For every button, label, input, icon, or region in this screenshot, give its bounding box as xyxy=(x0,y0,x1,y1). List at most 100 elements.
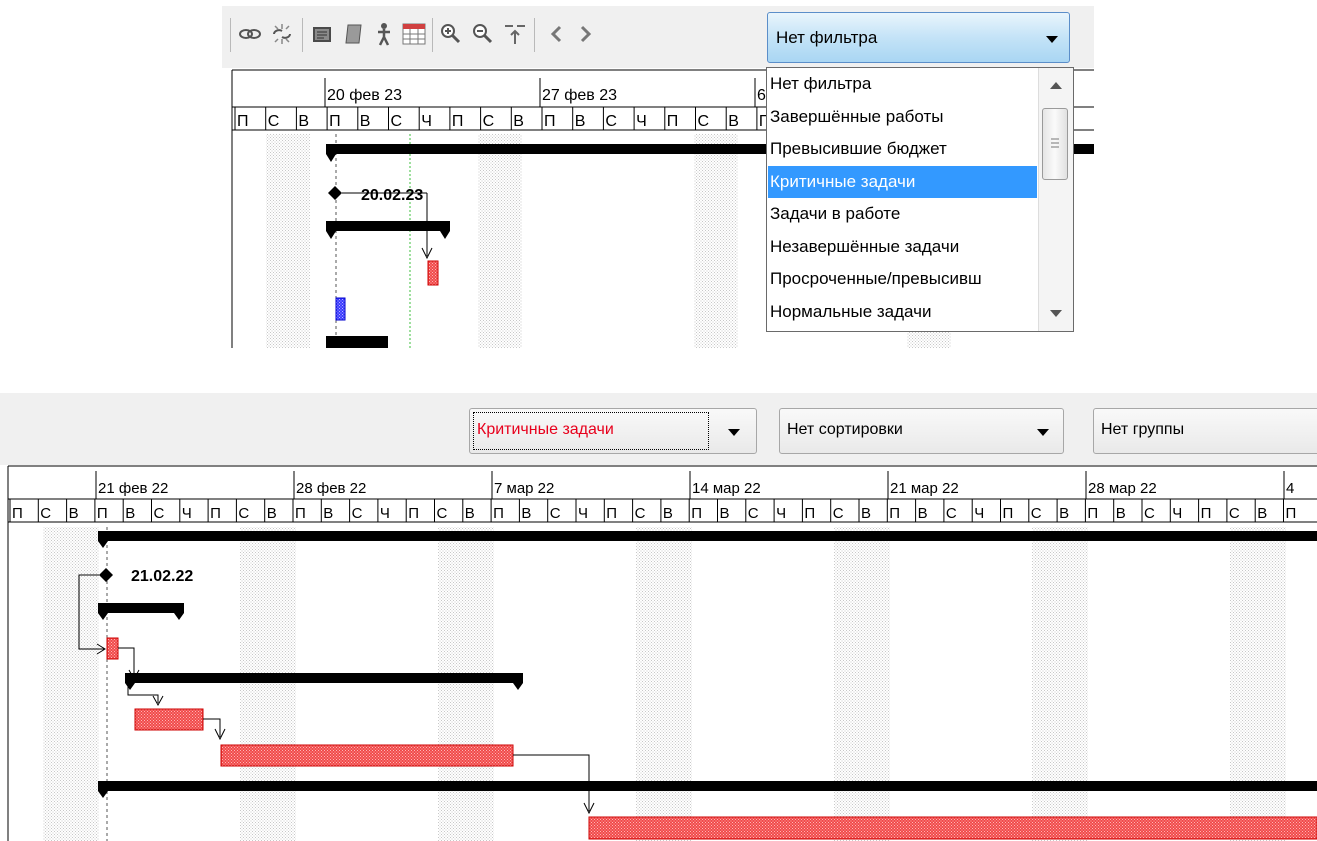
milestone-diamond[interactable] xyxy=(99,568,113,582)
day-label: П xyxy=(1087,505,1098,522)
day-label: С xyxy=(154,505,165,522)
week-label: 6 xyxy=(757,87,766,104)
summary-bar[interactable] xyxy=(98,603,184,613)
summary-bar-cap xyxy=(326,231,450,239)
day-label: П xyxy=(237,113,249,130)
dependency-arrow xyxy=(203,718,226,741)
day-label: В xyxy=(728,113,739,130)
summary-task-bar[interactable] xyxy=(98,603,184,620)
zoom-in-icon[interactable] xyxy=(437,20,465,48)
day-label: С xyxy=(1229,505,1240,522)
toolbar-separator xyxy=(230,18,231,52)
milestone-diamond[interactable] xyxy=(328,186,342,200)
sort-combo[interactable]: Нет сортировки xyxy=(779,408,1064,454)
day-label: П xyxy=(97,505,108,522)
view-options-bar: Критичные задачи Нет сортировки Нет груп… xyxy=(0,393,1317,465)
calendar-table-icon[interactable] xyxy=(400,20,428,48)
day-label: П xyxy=(1201,505,1212,522)
unlink-icon[interactable] xyxy=(268,20,296,48)
person-icon[interactable] xyxy=(370,20,398,48)
day-label: П xyxy=(295,505,306,522)
filter-dropdown-list[interactable]: Нет фильтра Завершённые работы Превысившие… xyxy=(766,67,1074,332)
day-label: С xyxy=(550,505,561,522)
scroll-to-task-icon[interactable] xyxy=(501,20,529,48)
day-label: С xyxy=(268,113,280,130)
day-label: П xyxy=(1003,505,1014,522)
day-label: С xyxy=(391,113,403,130)
filter-option[interactable]: Задачи в работе xyxy=(768,198,1037,230)
week-label: 21 фев 22 xyxy=(98,480,168,497)
day-label: В xyxy=(663,505,673,522)
milestone-label: 21.02.22 xyxy=(131,568,193,585)
weekend-column xyxy=(240,527,296,841)
day-label: П xyxy=(452,113,464,130)
day-label: С xyxy=(352,505,363,522)
weekend-column xyxy=(694,134,738,348)
arrow-right-icon[interactable] xyxy=(572,20,600,48)
week-label: 27 фев 23 xyxy=(542,87,617,104)
day-label: С xyxy=(483,113,495,130)
day-label: П xyxy=(606,505,617,522)
day-label: П xyxy=(493,505,504,522)
group-combo[interactable]: Нет группы xyxy=(1093,408,1317,454)
day-label: В xyxy=(267,505,277,522)
toolbar-separator xyxy=(432,18,433,52)
day-label: В xyxy=(1059,505,1069,522)
day-label: С xyxy=(238,505,249,522)
document-icon[interactable] xyxy=(340,20,368,48)
summary-bar[interactable] xyxy=(326,336,388,348)
filter-option[interactable]: Нормальные задачи xyxy=(768,296,1037,328)
day-label: С xyxy=(748,505,759,522)
day-label: С xyxy=(833,505,844,522)
critical-task-bar[interactable] xyxy=(134,708,204,731)
critical-task-bar[interactable] xyxy=(588,816,1317,840)
day-label: В xyxy=(513,113,524,130)
critical-task-bar[interactable] xyxy=(220,744,514,767)
link-icon[interactable] xyxy=(236,20,264,48)
weekend-shading xyxy=(43,527,1286,841)
day-label: Ч xyxy=(380,505,390,522)
summary-bar[interactable] xyxy=(98,781,1317,791)
day-label: П xyxy=(544,113,556,130)
summary-task-bar[interactable] xyxy=(326,221,450,239)
critical-task-bar[interactable] xyxy=(427,260,439,286)
scroll-down-icon[interactable] xyxy=(1050,310,1062,317)
summary-bar[interactable] xyxy=(326,221,450,231)
zoom-out-icon[interactable] xyxy=(469,20,497,48)
week-label: 7 мар 22 xyxy=(494,480,554,497)
summary-bar[interactable] xyxy=(98,531,1317,541)
task-bar[interactable] xyxy=(335,297,346,321)
filter-option[interactable]: Завершённые работы xyxy=(768,101,1037,133)
filter-option[interactable]: Незавершённые задачи xyxy=(768,231,1037,263)
filter-option[interactable]: Критичные задачи xyxy=(768,165,1037,198)
filter-select[interactable]: Нет фильтра xyxy=(767,12,1070,63)
toolbar-separator xyxy=(302,18,303,52)
arrow-left-icon[interactable] xyxy=(542,20,570,48)
week-label: 21 мар 22 xyxy=(890,480,959,497)
filter-combo-value: Критичные задачи xyxy=(477,421,614,438)
filter-combo[interactable]: Критичные задачи xyxy=(469,408,757,454)
day-label: В xyxy=(720,505,730,522)
weekend-column xyxy=(438,527,494,841)
day-label: В xyxy=(1257,505,1267,522)
weekend-column xyxy=(266,134,310,348)
notes-icon[interactable] xyxy=(308,20,336,48)
weekend-column xyxy=(1032,527,1088,841)
day-label: С xyxy=(605,113,617,130)
filter-option[interactable]: Превысившие бюджет xyxy=(768,133,1037,165)
gantt-chart-bottom[interactable]: 21 фев 22 28 фев 22 7 мар 22 14 мар 22 21 ма… xyxy=(0,465,1317,841)
dependency-arrow xyxy=(127,683,164,707)
sort-combo-value: Нет сортировки xyxy=(787,421,903,438)
scrollbar-thumb[interactable] xyxy=(1042,108,1068,180)
critical-task-bar[interactable] xyxy=(106,637,119,660)
dropdown-scrollbar[interactable] xyxy=(1038,68,1073,331)
day-label: В xyxy=(298,113,309,130)
filter-option[interactable]: Просроченные/превысивш xyxy=(768,263,1037,295)
day-label: Ч xyxy=(578,505,588,522)
weekend-column xyxy=(636,527,692,841)
day-label: П xyxy=(329,113,341,130)
filter-option[interactable]: Нет фильтра xyxy=(768,68,1037,100)
summary-bar[interactable] xyxy=(125,673,523,683)
scroll-up-icon[interactable] xyxy=(1050,82,1062,89)
week-label: 28 фев 22 xyxy=(296,480,366,497)
